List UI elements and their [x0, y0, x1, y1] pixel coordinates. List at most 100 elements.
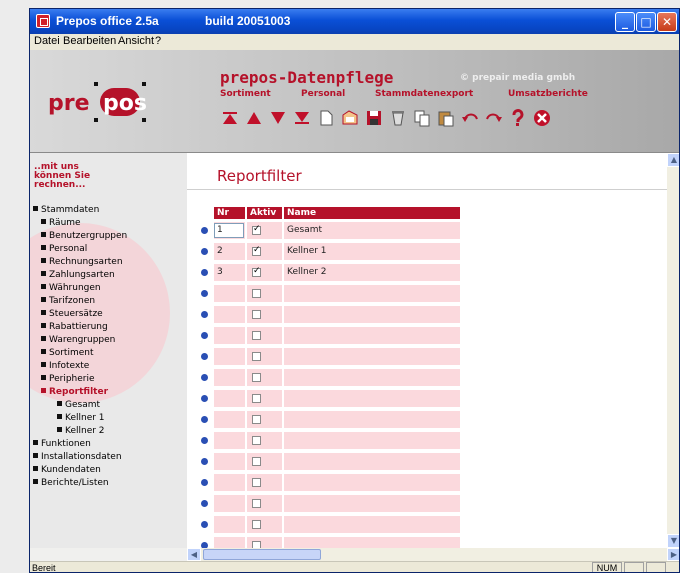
aktiv-checkbox[interactable] — [252, 373, 261, 382]
first-icon[interactable] — [220, 108, 240, 128]
nav-sortiment[interactable]: Sortiment — [220, 89, 271, 99]
cell-nr[interactable] — [214, 327, 245, 344]
menu-datei[interactable]: Datei — [34, 35, 60, 47]
tree-item-r-ume[interactable]: Räume — [41, 218, 81, 229]
row-selector-icon[interactable] — [201, 500, 208, 507]
tree-item-rabattierung[interactable]: Rabattierung — [41, 322, 108, 333]
row-selector-icon[interactable] — [201, 458, 208, 465]
aktiv-checkbox[interactable] — [252, 415, 261, 424]
table-row[interactable] — [197, 348, 477, 365]
cell-name[interactable] — [284, 411, 460, 428]
table-row[interactable] — [197, 432, 477, 449]
cell-nr[interactable] — [214, 537, 245, 548]
maximize-button[interactable]: □ — [636, 12, 656, 32]
table-row[interactable] — [197, 369, 477, 386]
cell-nr[interactable] — [214, 495, 245, 512]
cell-nr[interactable] — [214, 306, 245, 323]
cell-name[interactable] — [284, 327, 460, 344]
horizontal-scroll-thumb[interactable] — [203, 549, 321, 560]
tree-item-kundendaten[interactable]: Kundendaten — [33, 465, 101, 476]
cell-nr[interactable] — [214, 474, 245, 491]
cell-name[interactable] — [284, 432, 460, 449]
exit-icon[interactable] — [532, 108, 552, 128]
row-selector-icon[interactable] — [201, 248, 208, 255]
table-row[interactable] — [197, 390, 477, 407]
redo-icon[interactable] — [484, 108, 504, 128]
row-selector-icon[interactable] — [201, 374, 208, 381]
cell-name[interactable] — [284, 285, 460, 302]
cell-nr[interactable] — [214, 285, 245, 302]
cell-nr[interactable] — [214, 390, 245, 407]
aktiv-checkbox[interactable] — [252, 394, 261, 403]
aktiv-checkbox[interactable] — [252, 289, 261, 298]
nav-umsatzberichte[interactable]: Umsatzberichte — [508, 89, 588, 99]
tree-item-funktionen[interactable]: Funktionen — [33, 439, 91, 450]
table-row[interactable] — [197, 537, 477, 548]
table-row[interactable]: 1 Gesamt — [197, 222, 477, 239]
minimize-button[interactable]: _ — [615, 12, 635, 32]
row-selector-icon[interactable] — [201, 416, 208, 423]
paste-icon[interactable] — [436, 108, 456, 128]
row-selector-icon[interactable] — [201, 353, 208, 360]
table-row[interactable] — [197, 327, 477, 344]
tree-item-rechnungsarten[interactable]: Rechnungsarten — [41, 257, 123, 268]
undo-icon[interactable] — [460, 108, 480, 128]
table-row[interactable] — [197, 516, 477, 533]
cell-nr[interactable] — [214, 432, 245, 449]
nr-input[interactable]: 1 — [214, 223, 244, 238]
tree-item-zahlungsarten[interactable]: Zahlungsarten — [41, 270, 115, 281]
tree-item-gesamt[interactable]: Gesamt — [57, 400, 100, 411]
row-selector-icon[interactable] — [201, 227, 208, 234]
table-row[interactable] — [197, 306, 477, 323]
horizontal-scrollbar[interactable]: ◀ ▶ — [187, 548, 679, 561]
scroll-left-button[interactable]: ◀ — [187, 548, 201, 561]
cell-nr[interactable] — [214, 516, 245, 533]
open-icon[interactable] — [340, 108, 360, 128]
aktiv-checkbox[interactable] — [252, 224, 261, 235]
new-icon[interactable] — [316, 108, 336, 128]
tree-item-tarifzonen[interactable]: Tarifzonen — [41, 296, 95, 307]
tree-item-personal[interactable]: Personal — [41, 244, 87, 255]
scroll-right-button[interactable]: ▶ — [667, 548, 679, 561]
row-selector-icon[interactable] — [201, 479, 208, 486]
aktiv-checkbox[interactable] — [252, 541, 261, 548]
nav-personal[interactable]: Personal — [301, 89, 345, 99]
row-selector-icon[interactable] — [201, 311, 208, 318]
tree-item-sortiment[interactable]: Sortiment — [41, 348, 94, 359]
cell-name[interactable] — [284, 306, 460, 323]
column-header-nr[interactable]: Nr — [214, 207, 245, 219]
cell-nr[interactable] — [214, 453, 245, 470]
tree-item-installationsdaten[interactable]: Installationsdaten — [33, 452, 122, 463]
nav-stammdatenexport[interactable]: Stammdatenexport — [375, 89, 473, 99]
cell-nr[interactable] — [214, 411, 245, 428]
column-header-name[interactable]: Name — [284, 207, 460, 219]
row-selector-icon[interactable] — [201, 332, 208, 339]
aktiv-checkbox[interactable] — [252, 457, 261, 466]
table-row[interactable] — [197, 453, 477, 470]
tree-item-steuers-tze[interactable]: Steuersätze — [41, 309, 103, 320]
save-icon[interactable] — [364, 108, 384, 128]
aktiv-checkbox[interactable] — [252, 352, 261, 361]
cell-name[interactable] — [284, 390, 460, 407]
aktiv-checkbox[interactable] — [252, 266, 261, 277]
tree-item-benutzergruppen[interactable]: Benutzergruppen — [41, 231, 127, 242]
delete-icon[interactable] — [388, 108, 408, 128]
aktiv-checkbox[interactable] — [252, 245, 261, 256]
scroll-up-button[interactable]: ▲ — [667, 153, 679, 167]
cell-nr[interactable]: 3 — [214, 264, 245, 281]
next-icon[interactable] — [268, 108, 288, 128]
app-icon[interactable] — [36, 14, 50, 28]
cell-name[interactable] — [284, 537, 460, 548]
menu-help[interactable]: ? — [155, 35, 161, 47]
title-bar[interactable]: Prepos office 2.5a build 20051003 _ □ ✕ — [30, 9, 679, 34]
cell-name[interactable] — [284, 474, 460, 491]
row-selector-icon[interactable] — [201, 437, 208, 444]
aktiv-checkbox[interactable] — [252, 310, 261, 319]
table-row[interactable] — [197, 285, 477, 302]
cell-name[interactable] — [284, 348, 460, 365]
tree-item-kellner-2[interactable]: Kellner 2 — [57, 426, 105, 437]
table-row[interactable] — [197, 411, 477, 428]
table-row[interactable] — [197, 474, 477, 491]
tree-item-kellner-1[interactable]: Kellner 1 — [57, 413, 105, 424]
close-button[interactable]: ✕ — [657, 12, 677, 32]
